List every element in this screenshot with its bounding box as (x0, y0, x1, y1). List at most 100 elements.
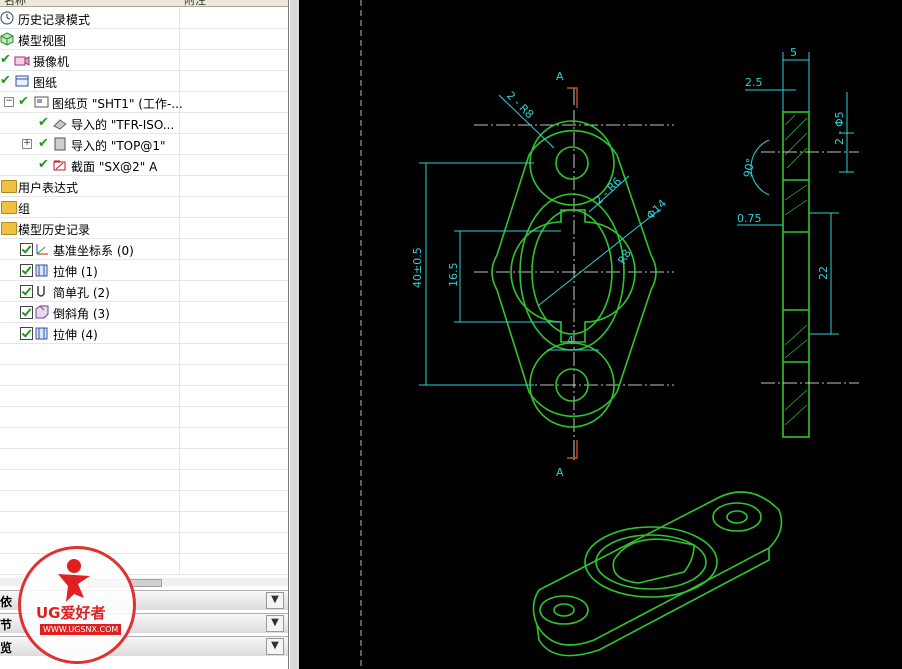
side-outline (782, 111, 810, 438)
tree-item-extrude-1[interactable]: 拉伸 (1) (0, 260, 288, 281)
drawing-canvas[interactable]: A A 40±0.5 16.5 2 - R8 2 - R6 Φ14 R8 4 5… (299, 0, 902, 669)
column-name-header[interactable]: 名称 (4, 0, 26, 8)
tree-item-drawing[interactable]: ✔ 图纸 (0, 71, 288, 92)
tree-item-label: 基准坐标系 (0) (53, 244, 134, 258)
extrude-icon (34, 263, 48, 277)
tree-item-label: 截面 "SX@2" A (71, 160, 158, 174)
visibility-checkbox[interactable] (20, 306, 33, 319)
dim-2-5: 2.5 (745, 76, 763, 89)
tree-item-label: 图纸 (33, 76, 58, 90)
empty-row (0, 449, 288, 470)
tree-item-label: 图纸页 "SHT1" (工作-... (52, 97, 183, 111)
tree-item-imported-tfr-iso[interactable]: ✔ 导入的 "TFR-ISO... (0, 113, 288, 134)
logo-url: WWW.UGSNX.COM (40, 624, 122, 635)
empty-row (0, 407, 288, 428)
navigator-column-header: 名称 附注 (0, 0, 288, 7)
cube-views-icon (0, 32, 14, 46)
chevron-down-icon[interactable]: ▼ (266, 638, 284, 655)
tree-item-label: 拉伸 (1) (53, 265, 98, 279)
top-view: A A 40±0.5 16.5 2 - R8 2 - R6 Φ14 R8 4 (411, 70, 674, 479)
figure-icon (58, 559, 90, 602)
drawing-svg: A A 40±0.5 16.5 2 - R8 2 - R6 Φ14 R8 4 5… (360, 0, 859, 669)
empty-row (0, 428, 288, 449)
checkmark-icon: ✔ (38, 157, 49, 172)
top-view-icon (52, 137, 66, 151)
collapse-icon[interactable]: − (4, 97, 14, 107)
empty-row (0, 470, 288, 491)
tree-item-label: 拉伸 (4) (53, 328, 98, 342)
tree-item-label: 导入的 "TFR-ISO... (71, 118, 175, 132)
checkmark-icon: ✔ (0, 52, 11, 67)
tree-item-label: 历史记录模式 (18, 13, 91, 27)
visibility-checkbox[interactable] (20, 243, 33, 256)
tree-item-sheet-sht1[interactable]: − ✔ 图纸页 "SHT1" (工作-... (0, 92, 288, 113)
empty-row (0, 491, 288, 512)
section-label-bottom: A (556, 466, 564, 479)
folder-icon (1, 201, 17, 214)
dim-0-75: 0.75 (737, 212, 762, 225)
chevron-down-icon[interactable]: ▼ (266, 615, 284, 632)
checkmark-icon: ✔ (38, 136, 49, 151)
tree-item-label: 简单孔 (2) (53, 286, 110, 300)
dim-4: 4 (567, 334, 574, 347)
tree-item-label: 摄像机 (33, 55, 70, 69)
mounting-hole (555, 146, 589, 180)
tree-item-model-views[interactable]: 模型视图 (0, 29, 288, 50)
empty-row (0, 386, 288, 407)
chamfer-icon (34, 305, 49, 319)
sheet-icon (34, 95, 49, 109)
tree-item-datum-csys[interactable]: 基准坐标系 (0) (0, 239, 288, 260)
tree-item-extrude-4[interactable]: 拉伸 (4) (0, 323, 288, 344)
tree-item-model-history[interactable]: 模型历史记录 (0, 218, 288, 239)
tree-item-cameras[interactable]: ✔ 摄像机 (0, 50, 288, 71)
empty-row (0, 512, 288, 533)
visibility-checkbox[interactable] (20, 327, 33, 340)
drawing-sheet-icon (14, 74, 29, 88)
dim-16-5: 16.5 (447, 263, 460, 288)
section-title: 节 (0, 618, 13, 632)
tree-item-user-expressions[interactable]: 用户表达式 (0, 176, 288, 197)
isometric-view (532, 491, 783, 657)
section-view-icon (52, 158, 66, 172)
datum-csys-icon (34, 242, 48, 256)
extrude-icon (34, 326, 48, 340)
tree-item-label: 模型历史记录 (18, 223, 91, 237)
tree-item-label: 用户表达式 (18, 181, 79, 195)
tree-item-label: 导入的 "TOP@1" (71, 139, 166, 153)
section-label-top: A (556, 70, 564, 83)
expand-icon[interactable]: + (22, 139, 32, 149)
logo-brand: UG爱好者 (36, 604, 106, 622)
tree-item-label: 模型视图 (18, 34, 67, 48)
checkmark-icon: ✔ (18, 94, 29, 109)
dim-5: 5 (790, 46, 797, 59)
clock-icon (0, 11, 14, 25)
dim-2-r6: 2 - R6 (592, 175, 624, 207)
camera-icon (14, 53, 30, 67)
column-note-header[interactable]: 附注 (184, 0, 206, 8)
section-title: 依 (0, 595, 13, 609)
checkmark-icon: ✔ (38, 115, 49, 130)
visibility-checkbox[interactable] (20, 285, 33, 298)
iso-view-icon (52, 116, 67, 130)
dim-40: 40±0.5 (411, 247, 424, 288)
tree-item-label: 倒斜角 (3) (53, 307, 110, 321)
tree-item-section-sx2[interactable]: ✔ 截面 "SX@2" A (0, 155, 288, 176)
section-title: 览 (0, 641, 13, 655)
tree-item-groups[interactable]: 组 (0, 197, 288, 218)
dim-22: 22 (817, 266, 830, 280)
folder-open-icon (1, 222, 17, 235)
tree-item-chamfer-3[interactable]: 倒斜角 (3) (0, 302, 288, 323)
hole-icon (34, 284, 48, 298)
empty-row (0, 365, 288, 386)
tree-item-history-mode[interactable]: 历史记录模式 (0, 8, 288, 29)
empty-row (0, 344, 288, 365)
tree-item-label: 组 (18, 202, 31, 216)
chevron-down-icon[interactable]: ▼ (266, 592, 284, 609)
dim-90-deg: 90° (741, 157, 757, 178)
folder-icon (1, 180, 17, 193)
tree-item-simple-hole-2[interactable]: 简单孔 (2) (0, 281, 288, 302)
section-view: 5 2.5 2 - Φ5 90° 0.75 22 (737, 46, 859, 438)
ugsnx-logo: UG爱好者 WWW.UGSNX.COM (18, 546, 136, 664)
visibility-checkbox[interactable] (20, 264, 33, 277)
tree-item-imported-top[interactable]: + ✔ 导入的 "TOP@1" (0, 134, 288, 155)
